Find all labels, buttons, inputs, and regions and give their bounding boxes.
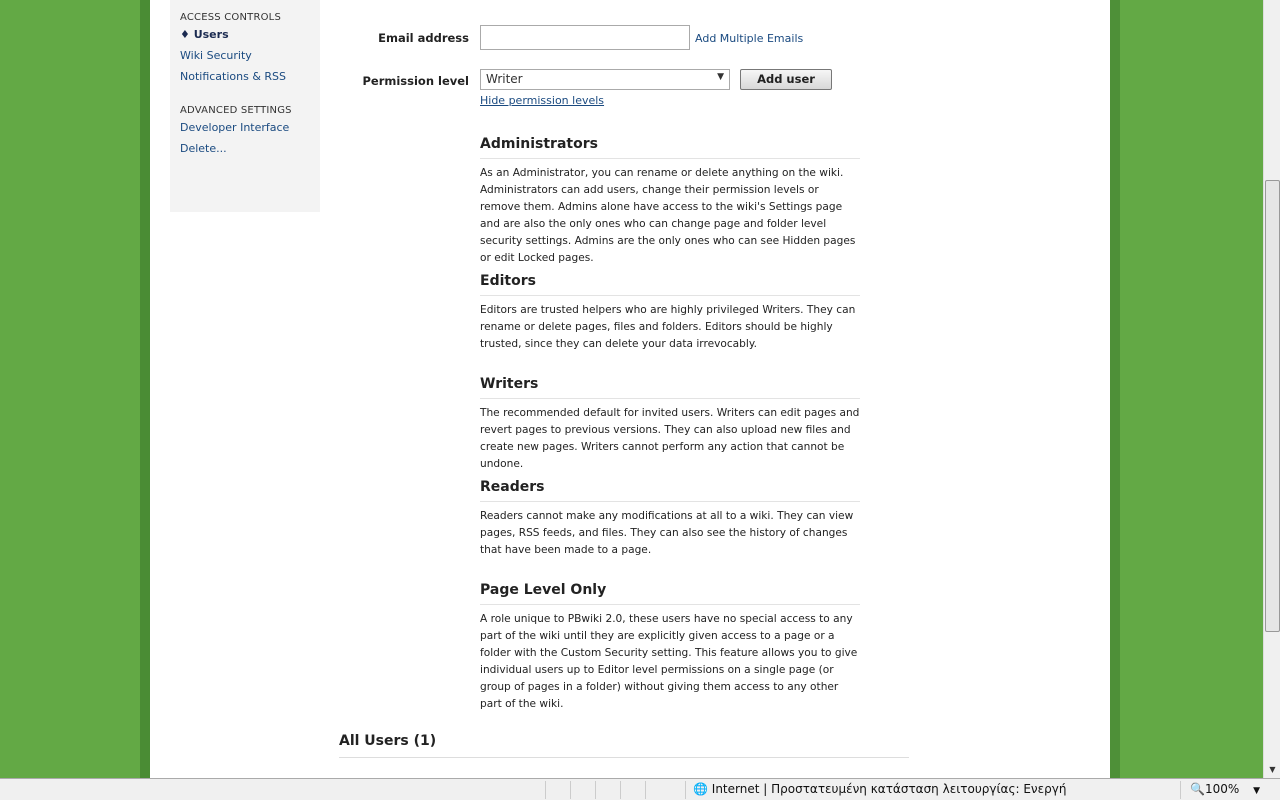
section-title: Editors [480, 273, 860, 296]
scrollbar-thumb[interactable] [1265, 180, 1280, 632]
sidebar-item-delete[interactable]: Delete... [180, 142, 310, 155]
hide-permission-levels-link[interactable]: Hide permission levels [480, 94, 604, 107]
section-title: Page Level Only [480, 582, 860, 605]
add-multiple-emails-link[interactable]: Add Multiple Emails [695, 32, 803, 45]
status-bar: 🌐 Internet | Προστατευμένη κατάσταση λει… [0, 778, 1280, 800]
page-border-right [1110, 0, 1120, 778]
section-editors: Editors Editors are trusted helpers who a… [480, 273, 860, 353]
chevron-down-icon[interactable]: ▼ [1253, 786, 1260, 796]
security-zone[interactable]: 🌐 Internet | Προστατευμένη κατάσταση λει… [693, 782, 1066, 796]
permission-select[interactable]: Writer ▼ [480, 69, 730, 90]
zone-text: Internet | Προστατευμένη κατάσταση λειτο… [711, 782, 1067, 796]
section-text: As an Administrator, you can rename or d… [480, 167, 856, 264]
email-input[interactable] [480, 25, 690, 50]
section-text: The recommended default for invited user… [480, 407, 860, 470]
scroll-down-arrow-icon[interactable]: ▼ [1264, 761, 1280, 778]
section-text: Readers cannot make any modifications at… [480, 510, 854, 556]
advanced-settings-heading: ADVANCED SETTINGS [180, 105, 292, 116]
page-content: ACCESS CONTROLS ♦ Users Wiki Security No… [150, 0, 1110, 778]
section-title: Readers [480, 479, 860, 502]
permission-value: Writer [486, 72, 523, 86]
section-title: Administrators [480, 136, 860, 159]
sidebar-item-users[interactable]: ♦ Users [180, 28, 310, 41]
zoom-level[interactable]: 🔍100% ▼ [1190, 782, 1260, 796]
all-users-heading: All Users (1) [339, 733, 909, 758]
email-label: Email address [378, 31, 469, 45]
magnifier-icon: 🔍 [1190, 782, 1205, 796]
zoom-text: 100% [1204, 782, 1240, 796]
chevron-down-icon: ▼ [717, 72, 724, 82]
globe-icon: 🌐 [693, 782, 708, 796]
page-border-left [140, 0, 150, 778]
sidebar-item-wiki-security[interactable]: Wiki Security [180, 49, 310, 62]
access-controls-heading: ACCESS CONTROLS [180, 12, 282, 23]
section-title: Writers [480, 376, 860, 399]
section-page-level-only: Page Level Only A role unique to PBwiki 2… [480, 582, 860, 713]
settings-sidebar: ACCESS CONTROLS ♦ Users Wiki Security No… [170, 0, 320, 212]
permission-label: Permission level [362, 74, 469, 88]
add-user-button[interactable]: Add user [740, 69, 832, 90]
section-writers: Writers The recommended default for invit… [480, 376, 860, 473]
section-text: A role unique to PBwiki 2.0, these users… [480, 613, 858, 710]
section-text: Editors are trusted helpers who are high… [480, 304, 856, 350]
section-administrators: Administrators As an Administrator, you c… [480, 136, 860, 267]
sidebar-item-developer-interface[interactable]: Developer Interface [180, 121, 310, 134]
sidebar-item-notifications[interactable]: Notifications & RSS [180, 70, 310, 83]
section-readers: Readers Readers cannot make any modificat… [480, 479, 860, 559]
sidebar-item-label: Users [193, 28, 229, 41]
vertical-scrollbar[interactable]: ▼ [1263, 0, 1280, 778]
